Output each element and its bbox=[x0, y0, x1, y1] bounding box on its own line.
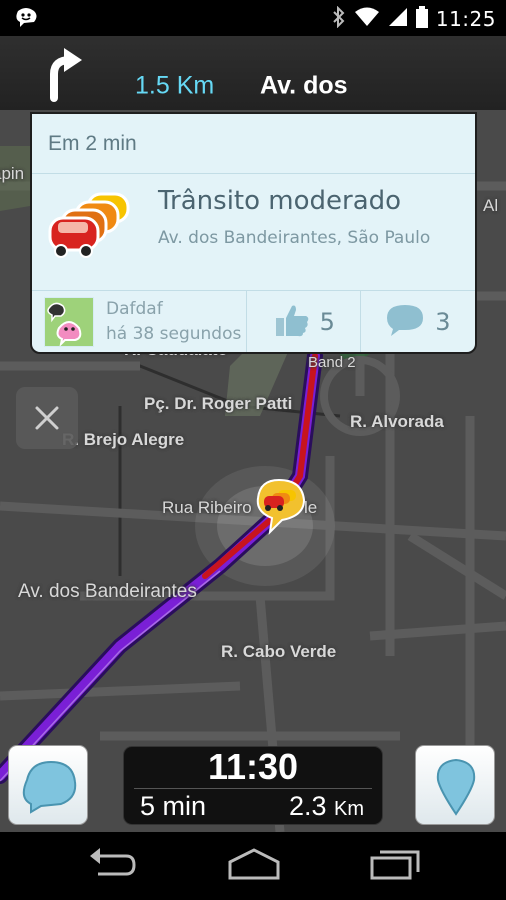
status-bar: 11:25 bbox=[0, 0, 506, 36]
alert-title: Trânsito moderado bbox=[158, 186, 402, 216]
map-label-pca-roger-patti: Pç. Dr. Roger Patti bbox=[144, 394, 293, 413]
next-turn-distance: 1.5 Km bbox=[135, 71, 215, 100]
map-label-bandeirantes: Av. dos Bandeirantes bbox=[18, 581, 197, 602]
waze-notification-icon bbox=[12, 6, 40, 34]
next-street-name: Av. dos bbox=[260, 71, 348, 100]
report-button[interactable] bbox=[415, 745, 495, 825]
traffic-jam-icon bbox=[46, 188, 136, 270]
comment-count: 3 bbox=[435, 308, 451, 336]
remaining-distance: 2.3 Km bbox=[289, 791, 364, 822]
battery-icon bbox=[415, 6, 428, 32]
main-menu-button[interactable] bbox=[8, 745, 88, 825]
traffic-alert-card[interactable]: Em 2 min Trânsito moderado Av. dos Bande… bbox=[30, 112, 477, 354]
reporter-info[interactable]: Dafdaf há 38 segundos bbox=[32, 291, 247, 352]
thumbs-up-icon bbox=[272, 302, 310, 342]
recent-apps-icon[interactable] bbox=[368, 846, 422, 886]
reporter-name: Dafdaf bbox=[106, 299, 163, 319]
map-label-cabo-verde: R. Cabo Verde bbox=[221, 642, 337, 661]
close-icon bbox=[35, 406, 59, 430]
location-pin-icon bbox=[436, 758, 476, 816]
avatar bbox=[44, 297, 94, 348]
remaining-time: 5 min bbox=[140, 791, 207, 821]
map-label-alvorada: R. Alvorada bbox=[350, 412, 444, 431]
map-label-ribeiro: Rua Ribeiro bbox=[162, 498, 252, 517]
reported-time: há 38 segundos bbox=[106, 324, 242, 344]
turn-right-arrow-icon bbox=[38, 44, 88, 106]
map-label-brejo-alegre: R. Brejo Alegre bbox=[62, 430, 185, 449]
remaining-distance-value: 2.3 bbox=[288, 791, 327, 821]
comment-bubble-icon bbox=[385, 302, 425, 342]
wifi-icon bbox=[354, 7, 380, 31]
clock: 11:25 bbox=[435, 7, 496, 31]
trip-summary[interactable]: 11:30 5 min 2.3 Km bbox=[123, 746, 383, 825]
close-alert-button[interactable] bbox=[16, 387, 78, 449]
map-label-partial-right: Al bbox=[483, 196, 499, 215]
arrival-time: 11:30 bbox=[207, 746, 299, 787]
back-icon[interactable] bbox=[86, 846, 138, 886]
alert-location: Av. dos Bandeirantes, São Paulo bbox=[158, 228, 431, 248]
bluetooth-icon bbox=[332, 5, 346, 32]
thumbs-up-button[interactable]: 5 bbox=[247, 291, 361, 352]
comments-button[interactable]: 3 bbox=[361, 291, 475, 352]
trip-divider bbox=[134, 788, 372, 789]
system-navigation-bar bbox=[0, 832, 506, 900]
alert-eta: Em 2 min bbox=[48, 131, 137, 155]
signal-icon bbox=[388, 7, 408, 31]
map-label-band2: Band 2 bbox=[308, 354, 356, 371]
remaining-distance-unit: Km bbox=[334, 798, 364, 820]
navigation-header[interactable]: 1.5 Km Av. dos bbox=[0, 36, 506, 110]
like-count: 5 bbox=[319, 308, 335, 336]
map-label-partial-left: apin bbox=[0, 164, 25, 183]
waze-menu-icon bbox=[22, 760, 77, 814]
home-icon[interactable] bbox=[226, 846, 282, 886]
